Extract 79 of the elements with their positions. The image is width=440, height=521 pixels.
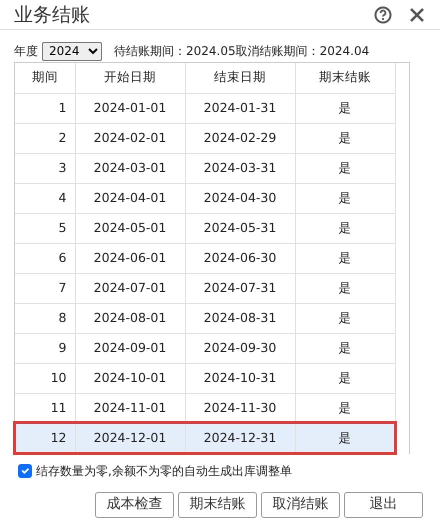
dialog-button[interactable]: 成本检查 <box>95 492 174 518</box>
table-cell: 2024-07-31 <box>185 273 295 303</box>
table-cell: 2024-02-29 <box>185 123 295 153</box>
table-cell: 是 <box>295 123 395 153</box>
table-cell: 2024-12-31 <box>185 423 295 453</box>
cancel-period: 2024.04 <box>320 43 370 60</box>
table-cell: 2024-08-01 <box>75 303 185 333</box>
table-cell: 2024-02-01 <box>75 123 185 153</box>
table-cell: 是 <box>295 303 395 333</box>
table-cell: 是 <box>295 393 395 423</box>
table-row[interactable]: 8 2024-08-01 2024-08-31 是 <box>15 303 395 333</box>
option-label: 结存数量为零,余额不为零的自动生成出库调整单 <box>36 462 292 480</box>
column-header: 开始日期 <box>75 63 185 93</box>
table-cell: 11 <box>15 393 75 423</box>
column-header: 结束日期 <box>185 63 295 93</box>
table-cell: 2024-04-01 <box>75 183 185 213</box>
cancel-period-label: 取消结账期间： <box>236 43 320 60</box>
table-cell: 7 <box>15 273 75 303</box>
table-row[interactable]: 6 2024-06-01 2024-06-30 是 <box>15 243 395 273</box>
table-cell: 是 <box>295 213 395 243</box>
table-cell: 2024-03-31 <box>185 153 295 183</box>
table-cell: 是 <box>295 273 395 303</box>
table-cell: 2024-12-01 <box>75 423 185 453</box>
table-row[interactable]: 5 2024-05-01 2024-05-31 是 <box>15 213 395 243</box>
column-header: 期间 <box>15 63 75 93</box>
table-cell: 是 <box>295 153 395 183</box>
table-cell: 2024-07-01 <box>75 273 185 303</box>
table-cell: 2024-10-01 <box>75 363 185 393</box>
year-select[interactable]: 2024 <box>42 42 102 60</box>
table-row[interactable]: 9 2024-09-01 2024-09-30 是 <box>15 333 395 363</box>
table-cell: 2024-06-01 <box>75 243 185 273</box>
table-cell: 是 <box>295 183 395 213</box>
option-checkbox[interactable] <box>18 464 32 478</box>
table-cell: 是 <box>295 363 395 393</box>
table-cell: 2024-04-30 <box>185 183 295 213</box>
table-cell: 是 <box>295 243 395 273</box>
table-row[interactable]: 7 2024-07-01 2024-07-31 是 <box>15 273 395 303</box>
table-row[interactable]: 10 2024-10-01 2024-10-31 是 <box>15 363 395 393</box>
table-row[interactable]: 2 2024-02-01 2024-02-29 是 <box>15 123 395 153</box>
column-header: 期末结账 <box>295 63 395 93</box>
window-title: 业务结账 <box>13 3 91 28</box>
table-cell: 2 <box>15 123 75 153</box>
table-cell: 是 <box>295 423 395 453</box>
table-row[interactable]: 4 2024-04-01 2024-04-30 是 <box>15 183 395 213</box>
dialog-button[interactable]: 取消结账 <box>261 492 340 518</box>
table-cell: 2024-10-31 <box>185 363 295 393</box>
field-label: 年度 <box>14 43 38 60</box>
table-cell: 4 <box>15 183 75 213</box>
table-row[interactable]: 12 2024-12-01 2024-12-31 是 <box>15 423 395 453</box>
table-cell: 8 <box>15 303 75 333</box>
table-cell: 2024-03-01 <box>75 153 185 183</box>
table-cell: 2024-09-01 <box>75 333 185 363</box>
help-icon[interactable] <box>374 6 392 24</box>
table-cell: 12 <box>15 423 75 453</box>
table-cell: 2024-05-01 <box>75 213 185 243</box>
table-cell: 6 <box>15 243 75 273</box>
pending-period-label: 待结账期间： <box>114 43 186 60</box>
table-cell: 2024-11-30 <box>185 393 295 423</box>
table-cell: 2024-05-31 <box>185 213 295 243</box>
table-row[interactable]: 1 2024-01-01 2024-01-31 是 <box>15 93 395 123</box>
dialog-button[interactable]: 退出 <box>344 492 423 518</box>
table-cell: 2024-01-01 <box>75 93 185 123</box>
table-cell: 2024-11-01 <box>75 393 185 423</box>
table-cell: 2024-08-31 <box>185 303 295 333</box>
table-cell: 3 <box>15 153 75 183</box>
table-cell: 是 <box>295 333 395 363</box>
table-cell: 是 <box>295 93 395 123</box>
dialog-button[interactable]: 期末结账 <box>178 492 257 518</box>
table-row[interactable]: 11 2024-11-01 2024-11-30 是 <box>15 393 395 423</box>
table-cell: 2024-06-30 <box>185 243 295 273</box>
table-cell: 10 <box>15 363 75 393</box>
pending-period: 2024.05 <box>186 43 236 60</box>
table-cell: 9 <box>15 333 75 363</box>
table-cell: 1 <box>15 93 75 123</box>
table-cell: 5 <box>15 213 75 243</box>
close-icon[interactable] <box>408 6 426 24</box>
table-row[interactable]: 3 2024-03-01 2024-03-31 是 <box>15 153 395 183</box>
table-cell: 2024-01-31 <box>185 93 295 123</box>
table-cell: 2024-09-30 <box>185 333 295 363</box>
